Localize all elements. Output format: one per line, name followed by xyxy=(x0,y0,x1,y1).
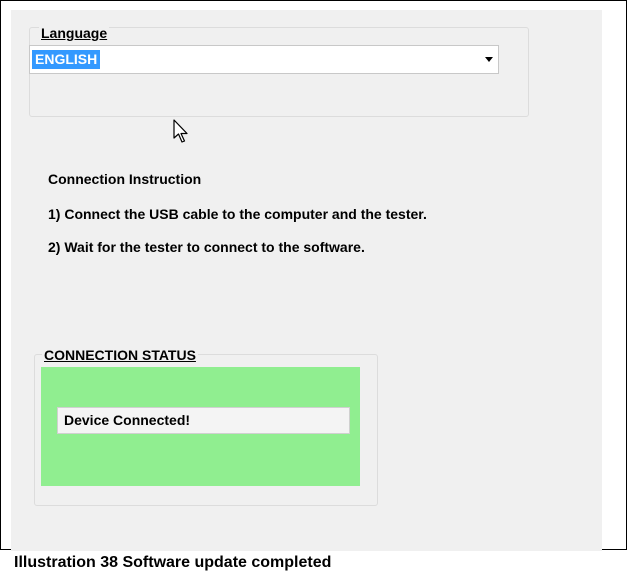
language-group-label: Language xyxy=(39,25,110,41)
settings-panel: Language ENGLISH Connection Instruction … xyxy=(11,10,602,551)
language-selected-value: ENGLISH xyxy=(32,50,101,69)
figure-caption: Illustration 38 Software update complete… xyxy=(14,554,332,571)
window-frame: Language ENGLISH Connection Instruction … xyxy=(0,0,627,551)
instruction-heading: Connection Instruction xyxy=(48,171,202,187)
instruction-step-2: 2) Wait for the tester to connect to the… xyxy=(48,239,365,255)
status-message: Device Connected! xyxy=(57,407,350,434)
chevron-down-icon[interactable] xyxy=(485,57,493,62)
status-indicator: Device Connected! xyxy=(41,367,360,486)
mouse-pointer-icon xyxy=(173,119,188,143)
connection-status-label: CONNECTION STATUS xyxy=(42,347,198,363)
instruction-step-1: 1) Connect the USB cable to the computer… xyxy=(48,206,427,222)
language-select[interactable]: ENGLISH xyxy=(29,45,499,74)
